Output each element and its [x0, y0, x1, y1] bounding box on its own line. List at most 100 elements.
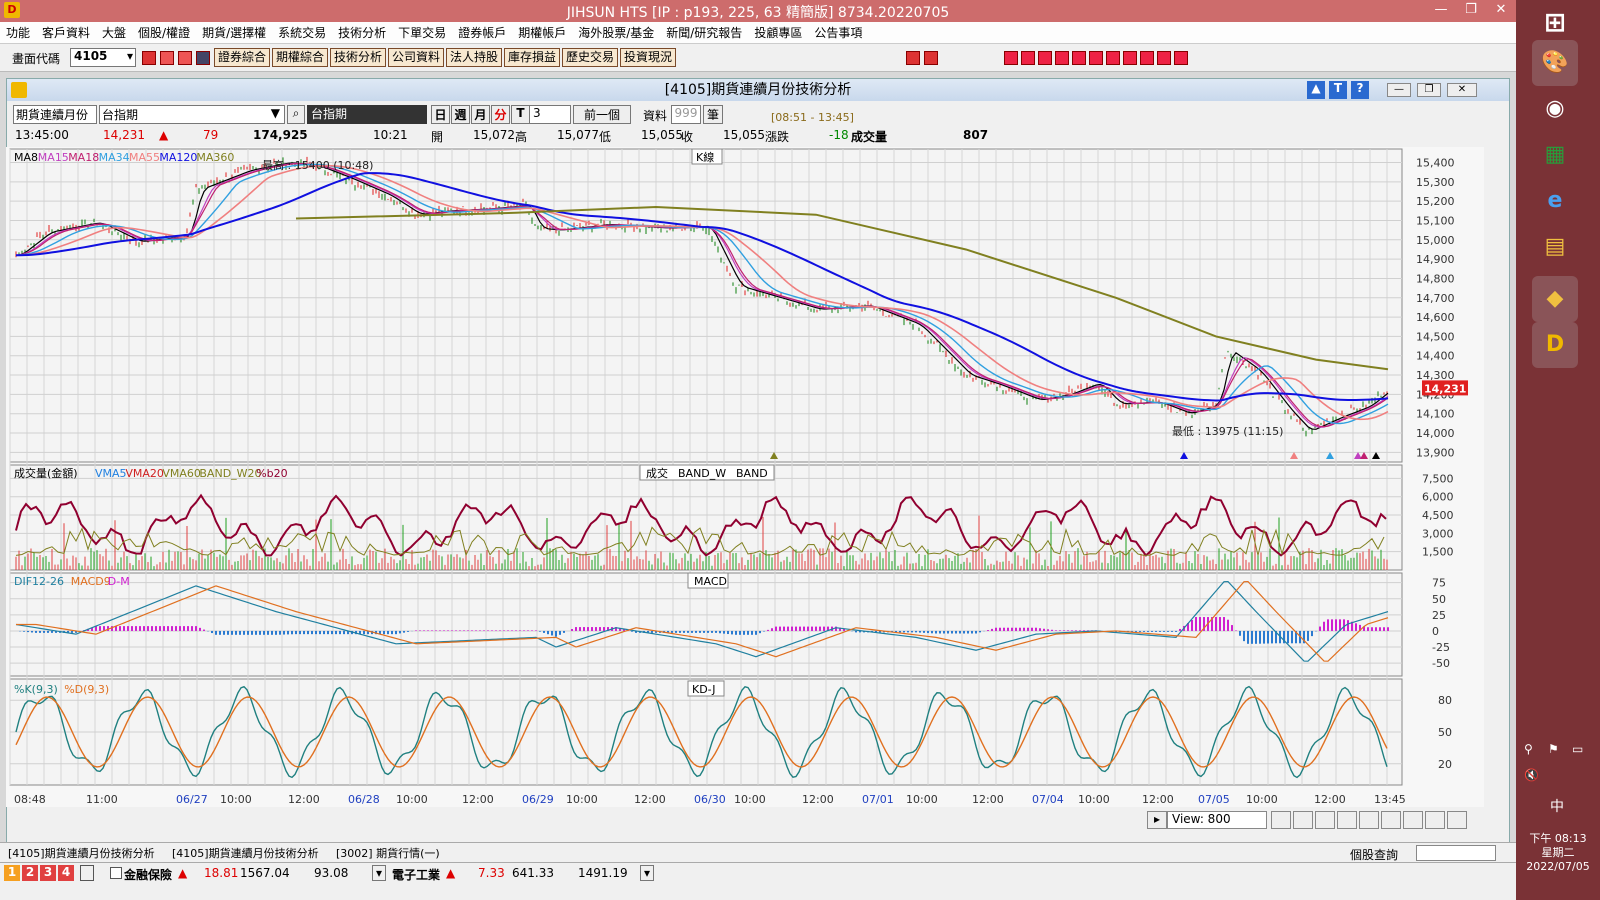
text-icon[interactable]: T — [1329, 81, 1347, 99]
paint-app-icon[interactable]: 🎨 — [1532, 40, 1578, 86]
toolbar-button[interactable]: 證券綜合 — [214, 48, 271, 67]
status-checkbox[interactable] — [110, 867, 122, 879]
tool-icon[interactable] — [1072, 51, 1086, 65]
page-number-button[interactable]: 1 — [4, 865, 20, 881]
chart-area[interactable]: 15,400 15,300 15,200 15,100 15,000 14,900 14,8… — [6, 147, 1484, 807]
tab[interactable]: [4105]期貨連續月份技術分析 — [8, 845, 155, 861]
inner-restore-button[interactable]: ❐ — [1417, 83, 1441, 97]
flag-icon[interactable]: ⚑ — [1548, 742, 1559, 756]
tool-icon[interactable] — [1021, 51, 1035, 65]
toolbar-button[interactable]: 技術分析 — [330, 48, 387, 67]
inner-close-button[interactable]: ✕ — [1447, 83, 1477, 97]
inner-minimize-button[interactable]: — — [1387, 83, 1411, 97]
minimize-button[interactable]: — — [1426, 0, 1456, 22]
page-number-button[interactable]: 3 — [40, 865, 56, 881]
menu-item[interactable]: 大盤 — [96, 24, 132, 41]
add-icon[interactable] — [906, 51, 920, 65]
dropdown-icon[interactable] — [196, 51, 210, 65]
toolbar-button[interactable]: 期權綜合 — [272, 48, 329, 67]
menu-item[interactable]: 個股/權證 — [132, 24, 196, 41]
view-tool-icon[interactable] — [1337, 811, 1357, 829]
type-select[interactable]: 期貨連續月份 — [13, 105, 97, 124]
toolbar-button[interactable]: 法人持股 — [446, 48, 503, 67]
help-icon[interactable]: ? — [1351, 81, 1369, 99]
period-button[interactable]: 月 — [471, 105, 490, 124]
menu-item[interactable]: 系統交易 — [272, 24, 332, 41]
period-button[interactable]: 日 — [431, 105, 450, 124]
view-tool-icon[interactable] — [1359, 811, 1379, 829]
lock-icon[interactable] — [80, 865, 94, 881]
menu-item[interactable]: 海外股票/基金 — [572, 24, 660, 41]
toolbar-button[interactable]: 投資現況 — [620, 48, 677, 67]
view-tool-icon[interactable] — [1293, 811, 1313, 829]
tab[interactable]: [3002] 期貨行情(一) — [336, 845, 440, 861]
tool-icon[interactable] — [1055, 51, 1069, 65]
page-number-button[interactable]: 4 — [58, 865, 74, 881]
tab[interactable]: [4105]期貨連續月份技術分析 — [172, 845, 319, 861]
view-tool-icon[interactable] — [1403, 811, 1423, 829]
clock[interactable]: 下午 08:13 星期二 2022/07/05 — [1516, 832, 1600, 874]
chevron-down-icon[interactable]: ▾ — [640, 865, 654, 881]
ma-legend: MA55 — [129, 151, 160, 164]
folder-icon[interactable] — [160, 51, 174, 65]
page-number-button[interactable]: 2 — [22, 865, 38, 881]
symbol-input[interactable]: 台指期 ▼ — [99, 105, 285, 124]
menu-item[interactable]: 客戶資料 — [36, 24, 96, 41]
chat-icon[interactable]: ▭ — [1572, 742, 1583, 756]
tool-icon[interactable] — [1174, 51, 1188, 65]
close-button[interactable]: ✕ — [1486, 0, 1516, 22]
remove-icon[interactable] — [924, 51, 938, 65]
period-button[interactable]: 分 — [491, 105, 510, 124]
chevron-down-icon[interactable]: ▾ — [372, 865, 386, 881]
menu-item[interactable]: 功能 — [0, 24, 36, 41]
toolbar-button[interactable]: 庫存損益 — [504, 48, 561, 67]
code-input[interactable]: 4105 ▾ — [70, 48, 136, 67]
period-button[interactable]: T — [511, 105, 530, 124]
search-icon[interactable] — [142, 51, 156, 65]
restore-button[interactable]: ❐ — [1456, 0, 1486, 22]
scroll-right-icon[interactable]: ▸ — [1147, 811, 1167, 829]
menu-item[interactable]: 期貨/選擇權 — [196, 24, 272, 41]
spreadsheet-icon[interactable]: ▦ — [1532, 132, 1578, 178]
view-tool-icon[interactable] — [1425, 811, 1445, 829]
tool-icon[interactable] — [1157, 51, 1171, 65]
tool-icon[interactable] — [1106, 51, 1120, 65]
notes-icon[interactable]: ◆ — [1532, 276, 1578, 322]
menu-item[interactable]: 下單交易 — [392, 24, 452, 41]
period-value-select[interactable]: 3 — [529, 105, 571, 124]
toolbar-button[interactable]: 公司資料 — [388, 48, 445, 67]
menu-item[interactable]: 期權帳戶 — [512, 24, 572, 41]
view-tool-icon[interactable] — [1381, 811, 1401, 829]
zoom-icon[interactable]: ⌕ — [287, 105, 305, 124]
ime-indicator[interactable]: 中 — [1550, 796, 1564, 816]
tool-icon[interactable] — [1089, 51, 1103, 65]
tool-icon[interactable] — [1038, 51, 1052, 65]
menu-item[interactable]: 公告事項 — [808, 24, 868, 41]
price-tick: 14,900 — [1416, 253, 1455, 266]
menu-item[interactable]: 技術分析 — [332, 24, 392, 41]
network-icon[interactable]: ⚲ — [1524, 742, 1533, 756]
ie-browser-icon[interactable]: e — [1532, 178, 1578, 224]
toolbar-button[interactable]: 歷史交易 — [562, 48, 619, 67]
file-explorer-icon[interactable]: ▤ — [1532, 224, 1578, 270]
menu-item[interactable]: 證券帳戶 — [452, 24, 512, 41]
tool-icon[interactable] — [1004, 51, 1018, 65]
data-count-input[interactable]: 999 — [671, 105, 701, 124]
tool-icon[interactable] — [1123, 51, 1137, 65]
up-icon[interactable]: ▲ — [1307, 81, 1325, 99]
tool-icon[interactable] — [1140, 51, 1154, 65]
volume-mute-icon[interactable]: 🔇 — [1524, 768, 1539, 782]
prev-button[interactable]: 前一個 — [573, 105, 631, 124]
view-tool-icon[interactable] — [1315, 811, 1335, 829]
stock-search-input[interactable] — [1416, 845, 1496, 861]
view-tool-icon[interactable] — [1447, 811, 1467, 829]
menu-item[interactable]: 新聞/研究報告 — [660, 24, 748, 41]
view-tool-icon[interactable] — [1271, 811, 1291, 829]
jihsun-app-icon[interactable]: D — [1532, 322, 1578, 368]
volume-legend: %b20 — [256, 467, 287, 480]
price-tick: 15,300 — [1416, 176, 1455, 189]
menu-item[interactable]: 投顧專區 — [748, 24, 808, 41]
period-button[interactable]: 週 — [451, 105, 470, 124]
print-icon[interactable] — [178, 51, 192, 65]
chrome-icon[interactable]: ◉ — [1532, 86, 1578, 132]
